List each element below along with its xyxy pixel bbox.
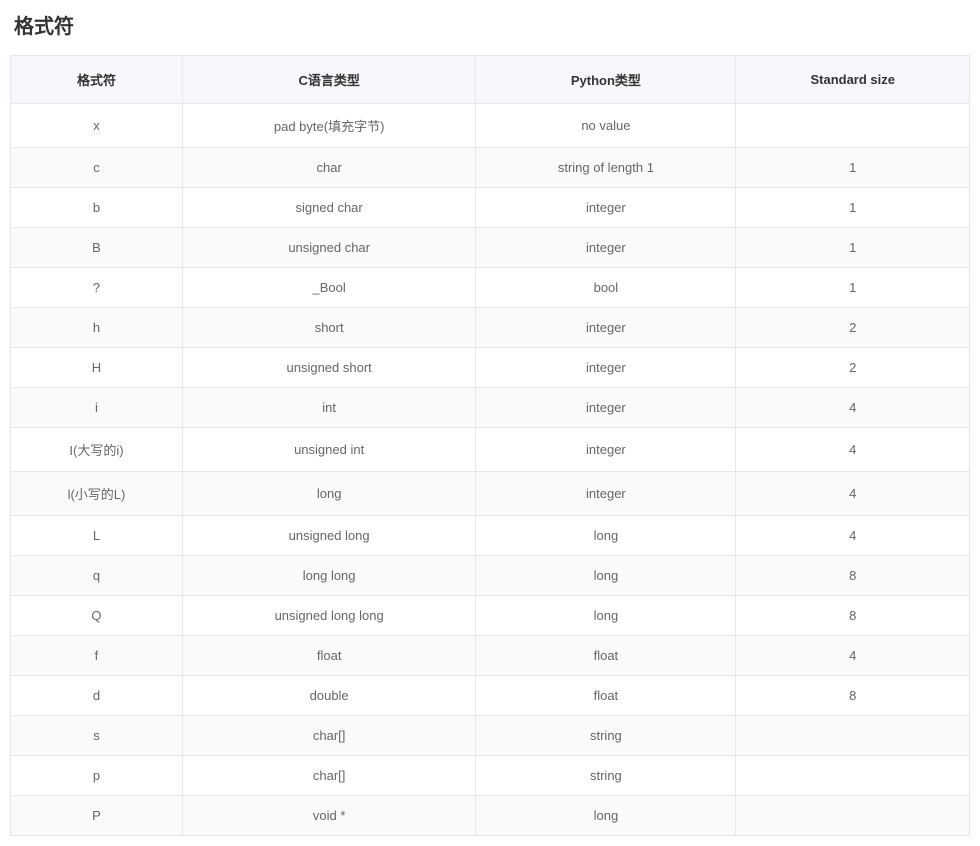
table-cell: 1 <box>736 148 970 188</box>
table-row: ?_Boolbool1 <box>11 268 970 308</box>
table-cell: integer <box>476 472 736 516</box>
table-cell: 4 <box>736 428 970 472</box>
table-cell: char[] <box>182 716 475 756</box>
table-cell <box>736 104 970 148</box>
table-cell: l(小写的L) <box>11 472 183 516</box>
table-cell: float <box>476 636 736 676</box>
table-row: pchar[]string <box>11 756 970 796</box>
table-cell: unsigned int <box>182 428 475 472</box>
table-cell: P <box>11 796 183 836</box>
table-cell: long long <box>182 556 475 596</box>
table-cell: char[] <box>182 756 475 796</box>
table-cell: long <box>182 472 475 516</box>
table-cell: 1 <box>736 188 970 228</box>
table-row: iintinteger4 <box>11 388 970 428</box>
table-cell: integer <box>476 308 736 348</box>
table-cell: signed char <box>182 188 475 228</box>
table-header-format: 格式符 <box>11 56 183 104</box>
table-row: schar[]string <box>11 716 970 756</box>
table-cell: char <box>182 148 475 188</box>
table-row: xpad byte(填充字节)no value <box>11 104 970 148</box>
table-row: ddoublefloat8 <box>11 676 970 716</box>
table-row: l(小写的L)longinteger4 <box>11 472 970 516</box>
table-row: qlong longlong8 <box>11 556 970 596</box>
table-header-pytype: Python类型 <box>476 56 736 104</box>
table-cell: pad byte(填充字节) <box>182 104 475 148</box>
table-cell: long <box>476 556 736 596</box>
table-cell <box>736 796 970 836</box>
table-cell: 4 <box>736 636 970 676</box>
table-cell: 8 <box>736 556 970 596</box>
table-row: Pvoid *long <box>11 796 970 836</box>
table-row: hshortinteger2 <box>11 308 970 348</box>
table-cell: Q <box>11 596 183 636</box>
table-cell: void * <box>182 796 475 836</box>
table-cell: B <box>11 228 183 268</box>
table-cell: long <box>476 596 736 636</box>
table-cell: H <box>11 348 183 388</box>
table-cell: 8 <box>736 596 970 636</box>
table-row: Lunsigned longlong4 <box>11 516 970 556</box>
table-cell: double <box>182 676 475 716</box>
table-cell: x <box>11 104 183 148</box>
table-cell: L <box>11 516 183 556</box>
table-cell: i <box>11 388 183 428</box>
table-cell: unsigned long <box>182 516 475 556</box>
table-cell: s <box>11 716 183 756</box>
table-row: Qunsigned long longlong8 <box>11 596 970 636</box>
format-table: 格式符 C语言类型 Python类型 Standard size xpad by… <box>10 55 970 836</box>
table-cell: string <box>476 716 736 756</box>
table-cell: unsigned long long <box>182 596 475 636</box>
table-cell: bool <box>476 268 736 308</box>
table-cell: long <box>476 796 736 836</box>
table-cell: long <box>476 516 736 556</box>
table-cell: f <box>11 636 183 676</box>
table-row: bsigned charinteger1 <box>11 188 970 228</box>
table-cell: ? <box>11 268 183 308</box>
table-cell: 4 <box>736 388 970 428</box>
table-cell: 4 <box>736 516 970 556</box>
table-header-size: Standard size <box>736 56 970 104</box>
table-cell: float <box>182 636 475 676</box>
table-cell: I(大写的i) <box>11 428 183 472</box>
table-cell: 4 <box>736 472 970 516</box>
table-cell: 1 <box>736 268 970 308</box>
table-row: Bunsigned charinteger1 <box>11 228 970 268</box>
table-cell: short <box>182 308 475 348</box>
table-header-ctype: C语言类型 <box>182 56 475 104</box>
table-row: ccharstring of length 11 <box>11 148 970 188</box>
table-cell: _Bool <box>182 268 475 308</box>
table-cell <box>736 756 970 796</box>
table-cell: unsigned char <box>182 228 475 268</box>
table-cell: integer <box>476 188 736 228</box>
table-cell: int <box>182 388 475 428</box>
table-header-row: 格式符 C语言类型 Python类型 Standard size <box>11 56 970 104</box>
table-cell: unsigned short <box>182 348 475 388</box>
table-cell: string of length 1 <box>476 148 736 188</box>
table-cell: float <box>476 676 736 716</box>
table-cell: string <box>476 756 736 796</box>
table-cell: integer <box>476 228 736 268</box>
table-cell <box>736 716 970 756</box>
table-row: ffloatfloat4 <box>11 636 970 676</box>
table-cell: q <box>11 556 183 596</box>
table-cell: integer <box>476 348 736 388</box>
table-cell: b <box>11 188 183 228</box>
table-cell: integer <box>476 428 736 472</box>
table-row: I(大写的i)unsigned intinteger4 <box>11 428 970 472</box>
table-cell: h <box>11 308 183 348</box>
table-cell: p <box>11 756 183 796</box>
table-cell: no value <box>476 104 736 148</box>
table-cell: integer <box>476 388 736 428</box>
table-cell: 2 <box>736 308 970 348</box>
table-cell: 1 <box>736 228 970 268</box>
table-cell: 8 <box>736 676 970 716</box>
table-cell: d <box>11 676 183 716</box>
table-cell: c <box>11 148 183 188</box>
table-cell: 2 <box>736 348 970 388</box>
table-row: Hunsigned shortinteger2 <box>11 348 970 388</box>
page-heading: 格式符 <box>10 10 970 39</box>
